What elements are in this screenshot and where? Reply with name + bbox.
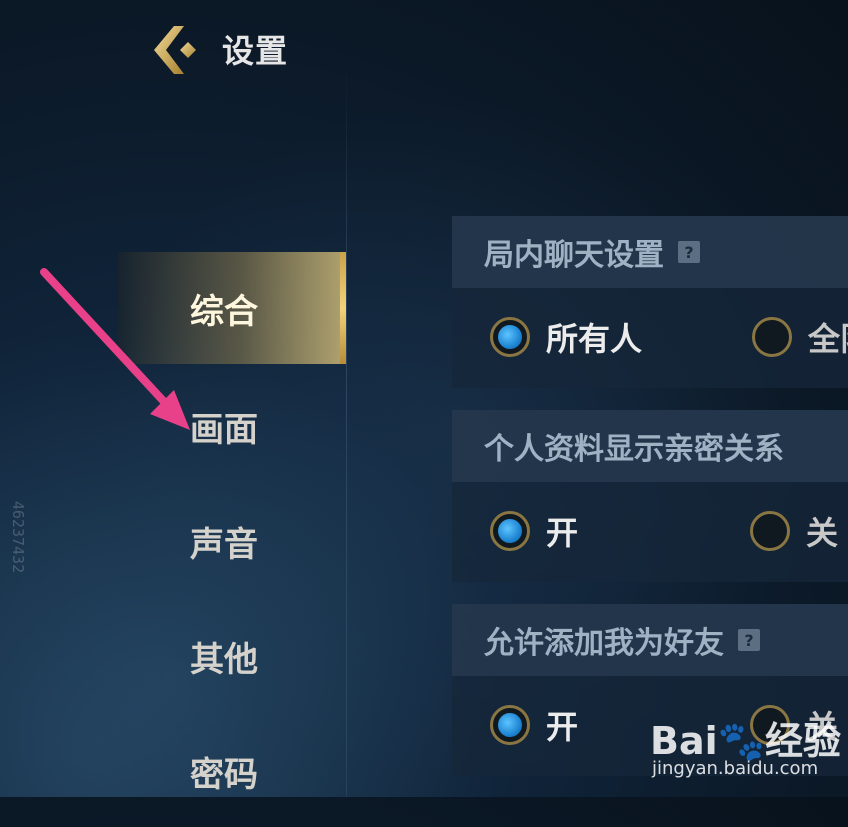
card-title: 局内聊天设置 <box>484 238 664 273</box>
page-title: 设置 <box>222 32 289 70</box>
option-team[interactable]: 全队 <box>752 314 848 360</box>
sidebar-item-sound[interactable]: 声音 <box>118 485 346 597</box>
radio-unselected-icon[interactable] <box>752 317 792 357</box>
option-off[interactable]: 关 <box>750 508 838 554</box>
sidebar-item-password[interactable]: 密码 <box>118 715 346 827</box>
card-title: 允许添加我为好友 <box>484 626 724 661</box>
sidebar-item-other[interactable]: 其他 <box>118 600 346 712</box>
radio-selected-icon[interactable] <box>490 317 530 357</box>
help-icon[interactable]: ? <box>678 241 700 263</box>
card-options: 开 关 <box>452 482 848 582</box>
profile-intimacy-card: 个人资料显示亲密关系 开 关 <box>452 410 848 582</box>
card-header: 个人资料显示亲密关系 <box>452 410 848 482</box>
side-watermark: 46237432 <box>9 500 28 574</box>
sidebar-item-graphics[interactable]: 画面 <box>118 370 346 482</box>
sidebar-item-general[interactable]: 综合 <box>118 252 346 364</box>
chevron-left-icon <box>154 26 196 74</box>
sidebar-item-label: 密码 <box>190 754 258 795</box>
radio-selected-icon[interactable] <box>490 511 530 551</box>
card-header: 局内聊天设置 ? <box>452 216 848 288</box>
radio-selected-icon[interactable] <box>490 705 530 745</box>
radio-unselected-icon[interactable] <box>750 511 790 551</box>
chat-settings-card: 局内聊天设置 ? 所有人 全队 <box>452 216 848 388</box>
baidu-logo: Bai🐾经验 <box>650 719 841 763</box>
option-on[interactable]: 开 <box>490 508 578 554</box>
option-everyone[interactable]: 所有人 <box>490 314 642 360</box>
card-options: 所有人 全队 <box>452 288 848 388</box>
option-label: 所有人 <box>546 320 643 358</box>
sidebar-divider <box>346 60 347 797</box>
sidebar-item-label: 其他 <box>190 639 258 680</box>
help-icon[interactable]: ? <box>738 629 760 651</box>
option-label: 开 <box>546 514 579 552</box>
baidu-url: jingyan.baidu.com <box>652 758 819 779</box>
card-header: 允许添加我为好友 ? <box>452 604 848 676</box>
back-button[interactable] <box>148 22 208 78</box>
sidebar-item-label: 画面 <box>190 409 258 450</box>
option-on[interactable]: 开 <box>490 702 578 748</box>
option-label: 开 <box>546 708 579 746</box>
baidu-watermark: Bai🐾经验 jingyan.baidu.com <box>650 710 848 790</box>
sidebar-item-label: 综合 <box>190 291 258 332</box>
card-title: 个人资料显示亲密关系 <box>484 432 784 467</box>
sidebar-item-label: 声音 <box>190 524 258 565</box>
option-label: 全队 <box>808 320 848 358</box>
option-label: 关 <box>806 514 839 552</box>
